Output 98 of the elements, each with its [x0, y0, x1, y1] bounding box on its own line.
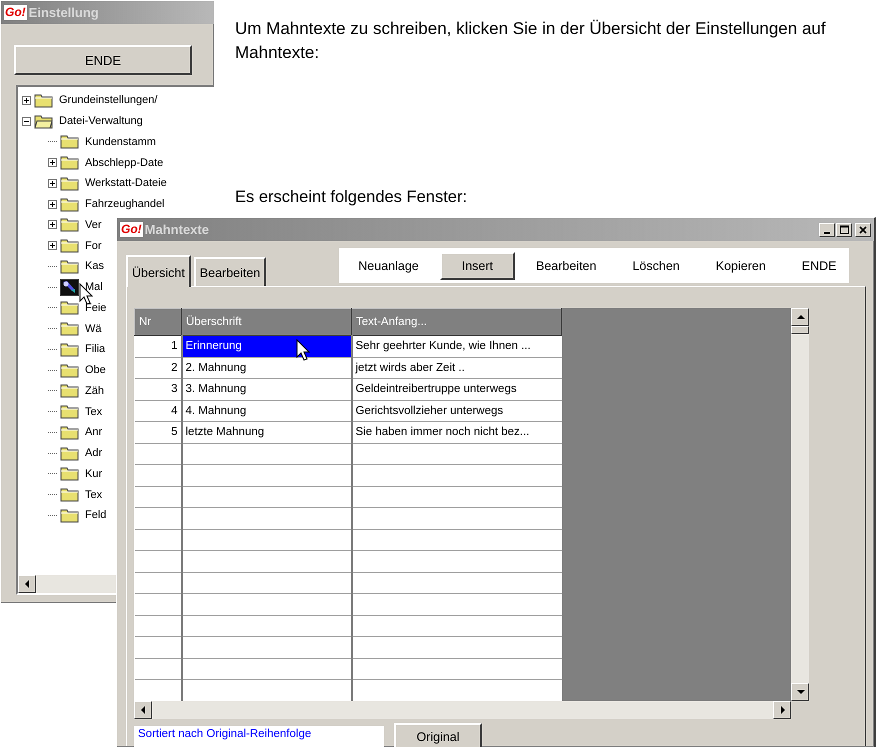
- instruction-text: Um Mahntexte zu schreiben, klicken Sie in der Übersicht der Einstellungen auf Mahntexte:: [235, 18, 827, 64]
- collapse-icon[interactable]: [22, 116, 31, 126]
- folder-icon: [60, 196, 79, 212]
- folder-icon: [60, 446, 79, 461]
- tree-item[interactable]: Adr: [85, 447, 102, 460]
- folder-icon: [60, 217, 79, 232]
- tab[interactable]: Übersicht: [126, 255, 191, 287]
- toolbar-button[interactable]: ENDE: [786, 252, 852, 280]
- table-cell: jetzt wirds aber Zeit ..: [352, 357, 562, 378]
- tree-item[interactable]: Werkstatt-Dateie: [85, 177, 167, 190]
- table-cell: 4. Mahnung: [182, 400, 352, 422]
- scroll-up-button[interactable]: [791, 308, 809, 326]
- tree-item[interactable]: Feie: [85, 302, 106, 314]
- arrow-icon: [796, 312, 804, 322]
- table-cell: 4: [134, 400, 182, 422]
- tree-item[interactable]: Obe: [85, 364, 106, 376]
- toolbar-button[interactable]: Löschen: [617, 252, 695, 280]
- scroll-left-button[interactable]: [134, 701, 152, 719]
- table-cell: 5: [134, 422, 182, 443]
- close-icon: [859, 226, 867, 234]
- expand-icon[interactable]: [48, 241, 57, 250]
- column-header[interactable]: Überschrift: [182, 308, 352, 336]
- toolbar-button[interactable]: Bearbeiten: [521, 252, 612, 280]
- folder-icon: [60, 238, 79, 254]
- expand-icon[interactable]: [48, 200, 57, 209]
- app-logo: Go!: [120, 222, 143, 237]
- tree-item[interactable]: Tex: [85, 406, 102, 418]
- expand-icon[interactable]: [22, 96, 31, 105]
- tree-item[interactable]: Filia: [85, 343, 106, 356]
- tree-item[interactable]: Kas: [85, 260, 104, 272]
- folder-icon: [60, 155, 79, 170]
- tree-item[interactable]: Wä: [85, 322, 102, 335]
- tree-item[interactable]: Datei-Verwaltung: [59, 115, 143, 128]
- column-header[interactable]: Nr: [134, 308, 182, 336]
- caption-text: Es erscheint folgendes Fenster:: [235, 188, 468, 207]
- folder-icon: [60, 508, 79, 523]
- folder-icon: [60, 258, 79, 274]
- tree-item[interactable]: Feld: [85, 509, 106, 522]
- original-button[interactable]: Original: [394, 723, 482, 747]
- maximize-icon: [840, 225, 848, 234]
- tree-item[interactable]: Kur: [85, 468, 102, 480]
- table-cell: Erinnerung: [182, 336, 352, 357]
- status-text: Sortiert nach Original-Reihenfolge: [134, 726, 384, 747]
- maximize-button[interactable]: [836, 222, 852, 236]
- tree-item[interactable]: Mal: [85, 281, 103, 294]
- tree-item[interactable]: Tex: [85, 488, 102, 501]
- folder-icon: [34, 92, 53, 108]
- toolbar-button[interactable]: Kopieren: [700, 252, 781, 280]
- tree-item[interactable]: Fahrzeughandel: [85, 198, 165, 210]
- folder-icon: [60, 487, 79, 502]
- expand-icon[interactable]: [48, 178, 57, 188]
- tree-item[interactable]: Ver: [85, 218, 102, 231]
- table-cell: 2: [134, 357, 182, 378]
- tree-item[interactable]: Grundeinstellungen/: [59, 94, 158, 106]
- scroll-left-button[interactable]: [18, 575, 36, 593]
- toolbar-button[interactable]: Insert: [440, 252, 515, 280]
- end-button[interactable]: ENDE: [14, 45, 192, 75]
- tile-icon: [60, 278, 79, 296]
- folder-icon: [34, 114, 53, 129]
- table-cell: Geldeintreibertruppe unterwegs: [352, 378, 562, 400]
- scroll-right-button[interactable]: [773, 701, 791, 719]
- expand-icon[interactable]: [48, 220, 57, 230]
- tree-item[interactable]: Anr: [85, 426, 102, 438]
- folder-icon: [60, 404, 79, 420]
- table-cell: Sehr geehrter Kunde, wie Ihnen ...: [352, 336, 562, 357]
- folder-icon: [60, 466, 79, 482]
- folder-icon: [60, 424, 79, 440]
- tree-item[interactable]: Abschlepp-Date: [85, 156, 164, 169]
- arrow-icon: [138, 705, 148, 715]
- cursor-icon: [296, 339, 310, 361]
- folder-icon: [60, 342, 79, 357]
- expand-icon[interactable]: [48, 158, 57, 168]
- folder-icon: [60, 300, 79, 316]
- tree-item[interactable]: Kundenstamm: [85, 136, 156, 148]
- table-cell: 3. Mahnung: [182, 378, 352, 400]
- toolbar-button[interactable]: Neuanlage: [343, 252, 434, 280]
- column-header[interactable]: Text-Anfang...: [352, 308, 562, 336]
- tree-item[interactable]: For: [85, 240, 102, 252]
- scroll-thumb[interactable]: [791, 326, 809, 334]
- scroll-down-button[interactable]: [791, 683, 809, 701]
- table-cell: Sie haben immer noch nicht bez...: [352, 422, 562, 443]
- tab[interactable]: Bearbeiten: [194, 257, 266, 286]
- folder-icon: [60, 176, 79, 191]
- folder-icon: [60, 383, 79, 398]
- close-button[interactable]: [855, 222, 871, 236]
- table-cell: letzte Mahnung: [182, 422, 352, 443]
- minimize-icon: [824, 232, 830, 234]
- arrow-icon: [22, 579, 32, 589]
- folder-icon: [60, 321, 79, 336]
- tree-item[interactable]: Zäh: [85, 384, 104, 397]
- table-cell: 3: [134, 378, 182, 400]
- table-cell: Gerichtsvollzieher unterwegs: [352, 400, 562, 422]
- window-title: Mahntexte: [144, 222, 209, 237]
- app-logo: Go!: [4, 5, 27, 20]
- folder-icon: [60, 362, 79, 378]
- minimize-button[interactable]: [819, 222, 835, 236]
- folder-icon: [60, 134, 79, 150]
- window-title: Einstellung: [28, 5, 99, 20]
